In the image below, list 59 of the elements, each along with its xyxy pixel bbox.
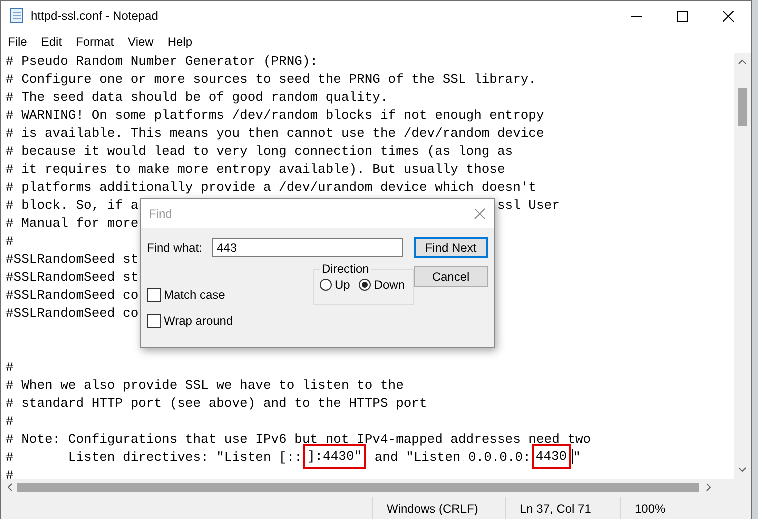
code-line: #SSLRandomSeed st [6, 270, 139, 285]
checkbox[interactable] [147, 314, 161, 328]
menu-item[interactable]: File [1, 33, 34, 51]
close-icon[interactable] [722, 10, 734, 22]
scroll-right-icon[interactable] [706, 483, 712, 492]
code-line: # [6, 234, 14, 249]
code-text: and "Listen 0.0.0.0: [374, 450, 531, 465]
code-line: # [6, 468, 14, 479]
code-line: # Manual for more [6, 216, 139, 231]
line-ending-status: Windows (CRLF) [387, 502, 478, 516]
scroll-left-icon[interactable] [7, 483, 13, 492]
menu-item[interactable]: View [121, 33, 161, 51]
code-line: #SSLRandomSeed co [6, 306, 139, 321]
code-line: # is available. This means you then cannot use the /dev/random device [6, 126, 544, 141]
dialog-title: Find [149, 206, 174, 220]
code-text: # Listen directives: "Listen [:: [6, 450, 302, 465]
scrollbar-thumb[interactable] [738, 88, 747, 126]
radio-button[interactable] [359, 279, 372, 291]
maximize-icon[interactable] [676, 10, 688, 22]
code-line: # The seed data should be of good random quality. [6, 90, 388, 105]
code-line: # When we also provide SSL we have to listen to the [6, 378, 404, 393]
code-line: # Pseudo Random Number Generator (PRNG): [6, 54, 318, 69]
notepad-icon [9, 8, 25, 24]
zoom-status: 100% [635, 502, 666, 516]
code-line: # standard HTTP port (see above) and to the HTTPS port [6, 396, 428, 411]
menu-item[interactable]: Edit [34, 33, 70, 51]
checkbox[interactable] [147, 288, 161, 302]
scroll-up-icon[interactable] [738, 59, 747, 65]
scrollbar-thumb[interactable] [17, 483, 699, 492]
radio-label: Up [335, 278, 350, 292]
code-line: # [6, 360, 14, 375]
window-title: httpd-ssl.conf - Notepad [31, 9, 160, 23]
radio-button[interactable] [320, 279, 332, 291]
dialog-button[interactable]: Cancel [414, 266, 488, 287]
direction-group: Direction Up Down [313, 262, 414, 305]
menu-item[interactable]: Format [69, 33, 122, 51]
code-line: # platforms additionally provide a /dev/urandom device which doesn't [6, 180, 536, 195]
menu-item[interactable]: Help [160, 33, 200, 51]
highlighted-text: ]:4430" [303, 444, 366, 469]
radio-label: Down [374, 278, 406, 292]
cursor-position-status: Ln 37, Col 71 [520, 502, 592, 516]
find-input-field[interactable]: 443 [212, 238, 403, 257]
code-line: # WARNING! On some platforms /dev/random blocks if not enough entropy [6, 108, 544, 123]
code-line: # it requires to make more entropy available). But usually those [6, 162, 506, 177]
find-label: Find what: [147, 240, 204, 254]
scroll-down-icon[interactable] [738, 467, 747, 473]
code-text: " [573, 450, 581, 465]
code-line: # block. So, if a [6, 198, 139, 213]
checkbox-label: Wrap around [164, 314, 234, 328]
highlighted-text: 4430 [532, 444, 572, 469]
code-line: #SSLRandomSeed st [6, 252, 139, 267]
code-line: #SSLRandomSeed co [6, 288, 139, 303]
dialog-button[interactable]: Find Next [414, 237, 488, 258]
code-line: # Configure one or more sources to seed the PRNG of the SSL library. [6, 72, 536, 87]
checkbox-label: Match case [164, 288, 226, 302]
code-line: # because it would lead to very long connection times (as long as [6, 144, 514, 159]
code-line: ssl User [497, 198, 560, 213]
code-line: # Note: Configurations that use IPv6 but not IPv4-mapped addresses need two [6, 432, 592, 447]
code-line: # [6, 414, 14, 429]
